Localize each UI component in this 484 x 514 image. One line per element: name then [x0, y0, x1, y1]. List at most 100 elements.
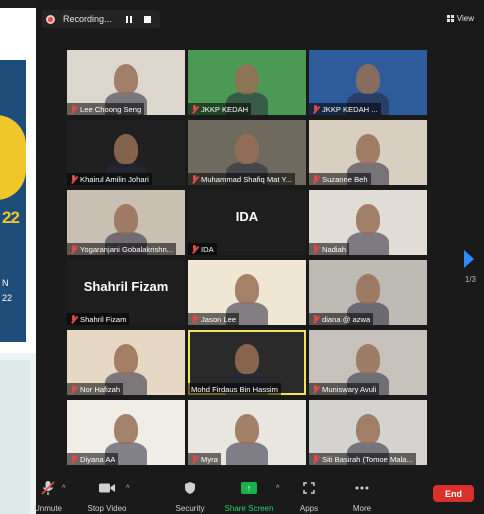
participant-name: diana @ azwa [322, 314, 371, 324]
participant-video-head [114, 204, 138, 234]
participant-video-head [114, 134, 138, 164]
microphone-muted-icon [30, 480, 66, 496]
microphone-muted-icon [312, 174, 319, 184]
microphone-muted-icon [191, 174, 198, 184]
participant-tile[interactable]: IDA IDA [188, 190, 306, 255]
unmute-button[interactable]: Unmute [30, 480, 66, 513]
microphone-muted-icon [191, 244, 198, 254]
stop-video-button[interactable]: Stop Video [84, 480, 130, 513]
participant-tile[interactable]: Lee Choong Seng [67, 50, 185, 115]
stop-video-label: Stop Video [87, 504, 127, 513]
participant-tile[interactable]: Myra [188, 400, 306, 465]
apps-icon [294, 480, 324, 496]
participant-name-bar: Yogaranjani Gobalakrishn... [67, 243, 177, 255]
participant-video-head [356, 134, 380, 164]
participant-name-bar: Nor Hafizah [67, 383, 124, 395]
participant-display-name: Shahril Fizam [83, 279, 169, 294]
microphone-muted-icon [70, 104, 77, 114]
participant-video-head [235, 64, 259, 94]
participant-tile[interactable]: Yogaranjani Gobalakrishn... [67, 190, 185, 255]
participant-name: Lee Choong Seng [80, 104, 142, 114]
share-screen-button[interactable]: ↑ Share Screen [222, 480, 276, 513]
microphone-muted-icon [70, 384, 77, 394]
security-button[interactable]: Security [172, 480, 208, 513]
participant-video-head [114, 344, 138, 374]
participant-name: Yogaranjani Gobalakrishn... [80, 244, 174, 254]
participant-name-bar: Muhammad Shafiq Mat Y... [188, 173, 295, 185]
apps-label: Apps [299, 504, 319, 513]
participant-name-bar: Diyana AA [67, 453, 119, 465]
participant-name: Shahril Fizam [80, 314, 127, 324]
participant-name-bar: Jason Lee [188, 313, 240, 325]
participant-tile[interactable]: Nadiah [309, 190, 427, 255]
participant-name-bar: Muniswary Avuli [309, 383, 380, 395]
participant-name: Suzanne Beh [322, 174, 368, 184]
gallery-grid-icon [446, 15, 454, 22]
participant-name-bar: Nadiah [309, 243, 350, 255]
stop-recording-icon[interactable] [143, 15, 151, 23]
video-options-caret-icon[interactable]: ^ [126, 485, 129, 492]
participant-video-body [347, 232, 389, 255]
background-slide-content: 22 N 22 [0, 60, 26, 342]
view-label: View [456, 14, 474, 23]
apps-button[interactable]: Apps [294, 480, 324, 513]
participant-tile[interactable]: Jason Lee [188, 260, 306, 325]
participant-name-bar: Siti Basirah (Tomoe Mala... [309, 453, 416, 465]
recording-label: Recording... [63, 14, 112, 24]
participant-name: Mohd Firdaus Bin Hassim [191, 384, 278, 394]
participant-name: Nadiah [322, 244, 347, 254]
participant-name-bar: Mohd Firdaus Bin Hassim [188, 383, 281, 395]
share-screen-icon: ↑ [222, 480, 276, 496]
participant-video-body [226, 442, 268, 465]
participant-tile[interactable]: Muhammad Shafiq Mat Y... [188, 120, 306, 185]
share-screen-label: Share Screen [224, 504, 274, 513]
participant-name: Myra [201, 454, 218, 464]
participant-name-bar: Khairul Amilin Johari [67, 173, 152, 185]
end-meeting-button[interactable]: End [433, 485, 474, 502]
more-label: More [352, 504, 372, 513]
view-button[interactable]: View [446, 14, 474, 23]
meeting-toolbar: Unmute ^ Stop Video ^ Security ↑ Share S… [34, 475, 484, 514]
participant-tile[interactable]: Diyana AA [67, 400, 185, 465]
participant-tile[interactable]: Mohd Firdaus Bin Hassim [188, 330, 306, 395]
share-options-caret-icon[interactable]: ^ [276, 485, 279, 492]
background-window-top [0, 0, 36, 48]
next-page-arrow-icon[interactable] [464, 250, 474, 268]
more-button[interactable]: More [346, 480, 378, 513]
unmute-label: Unmute [33, 504, 62, 513]
participant-tile[interactable]: JKKP KEDAH ... [309, 50, 427, 115]
participant-name: Nor Hafizah [80, 384, 121, 394]
participant-video-head [235, 344, 259, 374]
audio-options-caret-icon[interactable]: ^ [62, 485, 65, 492]
participant-video-head [356, 414, 380, 444]
shield-icon [172, 480, 208, 496]
zoom-meeting-window: Recording... View Lee Choong Seng JKKP KE… [34, 0, 484, 514]
pause-recording-icon[interactable] [125, 15, 132, 23]
microphone-muted-icon [70, 454, 77, 464]
recording-indicator: Recording... [42, 10, 160, 28]
participant-name: Diyana AA [80, 454, 116, 464]
participant-name-bar: IDA [188, 243, 217, 255]
record-dot-icon [46, 14, 55, 24]
participant-name-bar: Lee Choong Seng [67, 103, 145, 115]
participant-display-name: IDA [235, 209, 259, 224]
participant-tile[interactable]: Muniswary Avuli [309, 330, 427, 395]
participant-name-bar: Suzanne Beh [309, 173, 371, 185]
participant-tile[interactable]: Shahril Fizam Shahril Fizam [67, 260, 185, 325]
participant-tile[interactable]: Suzanne Beh [309, 120, 427, 185]
participant-tile[interactable]: Nor Hafizah [67, 330, 185, 395]
participant-name: Jason Lee [201, 314, 237, 324]
participant-name-bar: Myra [188, 453, 221, 465]
participant-tile[interactable]: diana @ azwa [309, 260, 427, 325]
participant-name: Muhammad Shafiq Mat Y... [201, 174, 292, 184]
background-slide: 22 N 22 [0, 48, 37, 353]
participant-tile[interactable]: Siti Basirah (Tomoe Mala... [309, 400, 427, 465]
participant-tile[interactable]: JKKP KEDAH [188, 50, 306, 115]
microphone-muted-icon [191, 314, 198, 324]
microphone-muted-icon [70, 174, 77, 184]
participant-tile[interactable]: Khairul Amilin Johari [67, 120, 185, 185]
microphone-muted-icon [191, 104, 198, 114]
video-camera-icon [84, 480, 130, 496]
participant-video-head [356, 274, 380, 304]
participant-name-bar: JKKP KEDAH [188, 103, 252, 115]
